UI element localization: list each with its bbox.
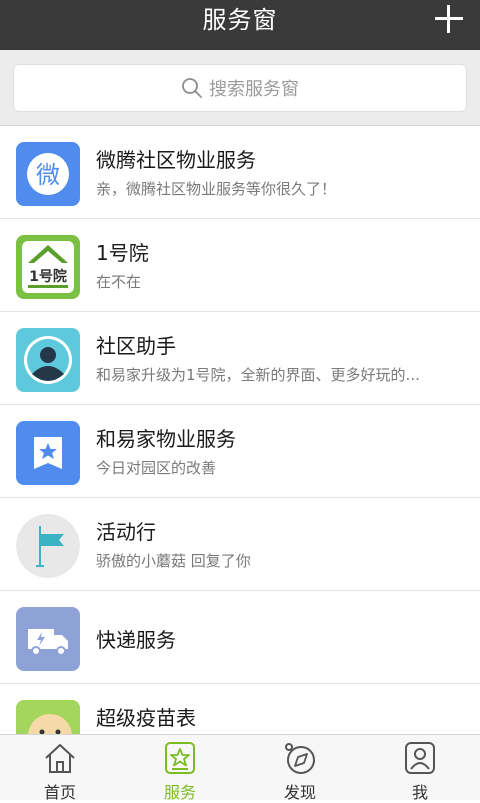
book-star-icon	[16, 421, 80, 485]
search-input[interactable]: 搜索服务窗	[13, 64, 467, 112]
list-item[interactable]: 微 微腾社区物业服务 亲，微腾社区物业服务等你很久了！	[0, 126, 480, 219]
tab-label: 我	[411, 783, 428, 802]
house-logo-icon: 1号院	[16, 235, 80, 299]
list-item[interactable]: 社区助手 和易家升级为1号院，全新的界面、更多好玩的...	[0, 312, 480, 405]
service-list: 微 微腾社区物业服务 亲，微腾社区物业服务等你很久了！ 1号院 1号院 在不在	[0, 126, 480, 777]
tab-label: 发现	[283, 783, 316, 802]
search-placeholder: 搜索服务窗	[209, 79, 299, 100]
tab-me[interactable]: 我	[360, 735, 480, 802]
item-title: 微腾社区物业服务	[96, 148, 256, 172]
wei-logo-icon: 微	[16, 142, 80, 206]
item-title: 快递服务	[96, 628, 176, 652]
star-badge-icon	[165, 742, 195, 774]
item-subtitle: 骄傲的小蘑菇 回复了你	[96, 552, 251, 570]
search-icon	[182, 78, 202, 98]
person-avatar-icon	[16, 328, 80, 392]
item-subtitle: 亲，微腾社区物业服务等你很久了！	[96, 180, 337, 198]
tab-label: 服务	[163, 783, 196, 802]
bottom-tab-bar: 首页 服务 发现 我	[0, 734, 480, 802]
item-title: 超级疫苗表	[96, 706, 196, 730]
tab-discover[interactable]: 发现	[240, 735, 360, 802]
title-bar: 服务窗	[0, 0, 480, 50]
wei-logo-text: 微	[36, 161, 60, 189]
compass-icon	[285, 743, 315, 774]
item-title: 社区助手	[96, 334, 176, 358]
list-item[interactable]: 1号院 1号院 在不在	[0, 219, 480, 312]
tab-service[interactable]: 服务	[120, 735, 240, 802]
item-title: 1号院	[96, 241, 149, 265]
item-subtitle: 在不在	[96, 273, 142, 291]
house-logo-text: 1号院	[29, 268, 67, 285]
item-subtitle: 今日对园区的改善	[96, 459, 217, 477]
profile-icon	[405, 742, 435, 774]
search-area: 搜索服务窗	[0, 50, 480, 126]
tab-home[interactable]: 首页	[0, 735, 120, 802]
item-subtitle: 和易家升级为1号院，全新的界面、更多好玩的...	[96, 366, 420, 384]
page-title: 服务窗	[202, 6, 278, 34]
tab-label: 首页	[43, 783, 76, 802]
flag-icon	[16, 514, 80, 578]
home-icon	[45, 744, 75, 773]
list-item[interactable]: 活动行 骄傲的小蘑菇 回复了你	[0, 498, 480, 591]
list-item[interactable]: 快递服务	[0, 591, 480, 684]
item-title: 活动行	[96, 520, 156, 544]
item-title: 和易家物业服务	[96, 427, 236, 451]
add-icon[interactable]	[434, 4, 464, 34]
delivery-truck-icon	[16, 607, 80, 671]
list-item[interactable]: 和易家物业服务 今日对园区的改善	[0, 405, 480, 498]
